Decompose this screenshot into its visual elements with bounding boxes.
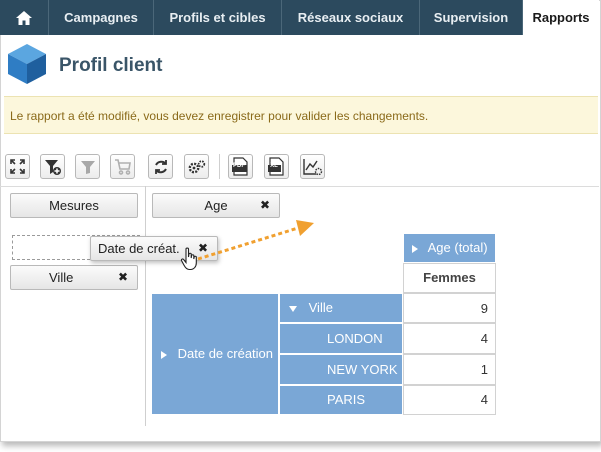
nav-supervision[interactable]: Supervision [420,0,523,35]
page-title: Profil client [59,55,163,76]
group-header-label: Ville [308,300,333,315]
fullscreen-button[interactable] [5,154,30,179]
expand-age-icon[interactable] [412,244,418,253]
col-subheader-femmes: Femmes [403,263,496,293]
chart-settings-icon [302,158,322,175]
measures-button[interactable]: Mesures [10,193,138,218]
value-cell-paris: 4 [403,385,496,415]
nav-rapports[interactable]: Rapports [523,0,599,35]
refresh-button[interactable] [148,154,173,179]
cart-button[interactable] [110,154,135,179]
row-label-paris[interactable]: PARIS [279,385,403,415]
chart-settings-button[interactable] [300,154,325,179]
nav-reseaux-sociaux[interactable]: Réseaux sociaux [282,0,420,35]
toolbar-divider [0,186,599,187]
measures-label: Mesures [49,198,99,213]
expand-date-icon[interactable] [161,350,167,359]
export-pdf-button[interactable] [228,154,253,179]
panel-divider [145,186,146,426]
remove-ville-icon[interactable]: ✖ [118,270,128,284]
col-subheader-label: Femmes [423,270,476,285]
home-icon [16,10,32,25]
export-excel-icon [268,157,284,176]
modified-warning: Le rapport a été modifié, vous devez enr… [4,96,598,134]
row-dimension-label: Ville [49,270,74,285]
export-pdf-icon [232,157,248,176]
cart-icon [114,159,131,175]
add-filter-button[interactable] [40,154,65,179]
nav-campagnes[interactable]: Campagnes [49,0,154,35]
col-header-label: Age (total) [427,240,488,255]
cube-icon [8,44,46,84]
row-label-new-york[interactable]: NEW YORK [279,354,403,385]
drag-arrow [197,220,314,261]
toolbar-separator [219,154,220,179]
warning-text: Le rapport a été modifié, vous devez enr… [10,109,429,123]
nav-profils-cibles[interactable]: Profils et cibles [154,0,282,35]
col-header-age-total[interactable]: Age (total) [403,233,496,263]
top-nav: Campagnes Profils et cibles Réseaux soci… [0,0,599,35]
add-filter-icon [44,159,61,175]
row-header-label: Date de création [177,346,274,361]
dragged-dimension-label: Date de créat. [98,241,180,256]
row-dimension-ville[interactable]: Ville ✖ [10,265,138,290]
settings-button[interactable] [184,154,209,179]
filter-button[interactable] [75,154,100,179]
group-header-ville[interactable]: Ville [279,293,403,323]
value-cell-new-york: 1 [403,354,496,385]
refresh-icon [154,159,167,174]
fullscreen-icon [10,159,25,174]
collapse-ville-icon[interactable] [289,305,297,312]
settings-icon [188,159,205,173]
filter-icon [80,160,95,174]
row-label-london[interactable]: LONDON [279,323,403,354]
home-button[interactable] [0,0,49,35]
hand-cursor-icon [180,247,197,271]
row-header-date-creation[interactable]: Date de création [151,293,279,415]
value-cell-ville-total: 9 [403,293,496,323]
value-cell-london: 4 [403,323,496,354]
export-excel-button[interactable] [264,154,289,179]
